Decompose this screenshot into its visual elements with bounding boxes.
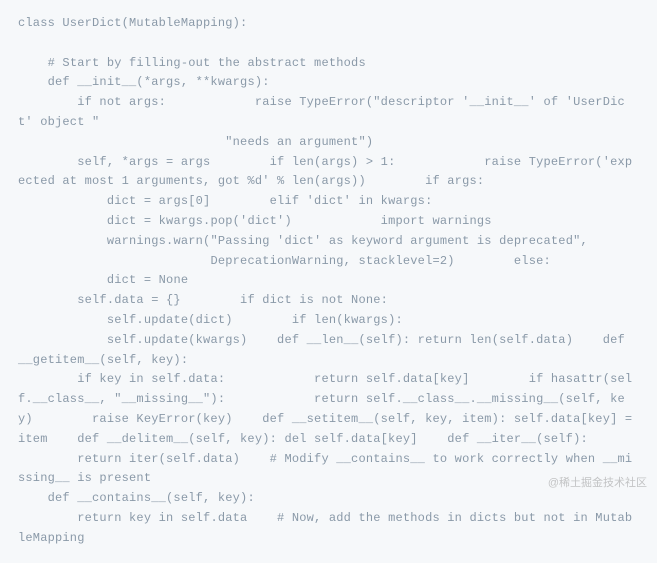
code-block: class UserDict(MutableMapping): # Start … bbox=[0, 0, 657, 563]
